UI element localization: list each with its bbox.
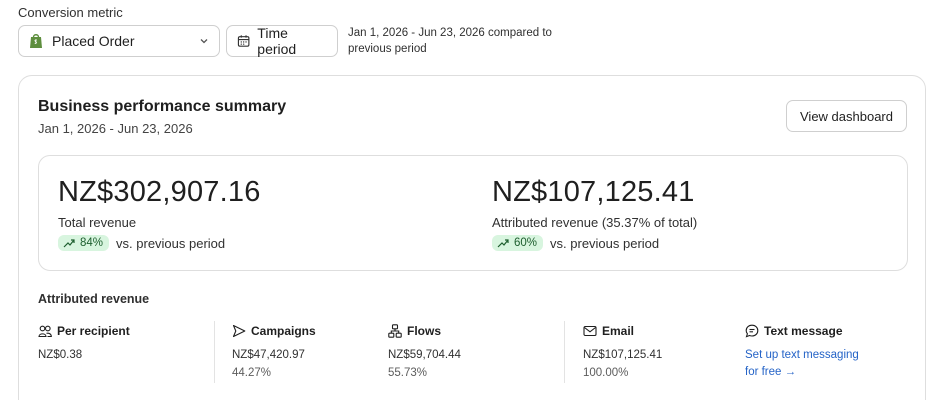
- column-value: NZ$59,704.44: [388, 349, 461, 361]
- time-period-button[interactable]: Time period: [226, 25, 338, 57]
- link-line-2: for free →: [745, 366, 797, 378]
- change-text: vs. previous period: [550, 235, 660, 251]
- column-label: Campaigns: [251, 324, 316, 338]
- time-period-label: Time period: [257, 25, 297, 57]
- column-value: NZ$107,125.41: [583, 349, 663, 361]
- calendar-icon: [237, 35, 250, 47]
- column-value: NZ$47,420.97: [232, 349, 305, 361]
- column-percent: 55.73%: [388, 367, 428, 379]
- email-column: Email NZ$107,125.41 100.00%: [583, 324, 723, 386]
- column-value: NZ$0.38: [38, 349, 83, 361]
- campaign-icon: [232, 324, 246, 338]
- trend-up-icon: [497, 239, 509, 248]
- link-line-1: Set up text messaging: [745, 349, 859, 361]
- change-percent: 60%: [514, 237, 538, 249]
- chevron-down-icon: [200, 39, 208, 44]
- business-performance-card: Business performance summary Jan 1, 2026…: [18, 75, 926, 400]
- attributed-revenue-title: Attributed revenue: [38, 292, 150, 306]
- column-percent: 44.27%: [232, 367, 272, 379]
- column-label: Per recipient: [57, 324, 130, 338]
- attributed-revenue-value: NZ$107,125.41: [492, 176, 695, 208]
- view-dashboard-button[interactable]: View dashboard: [786, 100, 907, 132]
- conversion-metric-select[interactable]: Placed Order: [18, 25, 220, 57]
- column-label: Flows: [407, 324, 442, 338]
- campaigns-column: Campaigns NZ$47,420.97 44.27%: [232, 324, 372, 386]
- total-revenue-stat: NZ$302,907.16 Total revenue 84% vs. prev…: [58, 176, 261, 251]
- attributed-revenue-caption: Attributed revenue (35.37% of total): [492, 215, 698, 230]
- change-percent: 84%: [80, 237, 104, 249]
- column-label: Email: [602, 324, 635, 338]
- change-text: vs. previous period: [116, 235, 226, 251]
- column-percent: 100.00%: [583, 367, 629, 379]
- total-revenue-trend: 84% vs. previous period: [58, 235, 261, 251]
- metric-select-value: Placed Order: [52, 33, 135, 49]
- total-revenue-value: NZ$302,907.16: [58, 176, 261, 208]
- column-divider: [214, 321, 215, 383]
- attributed-revenue-stat: NZ$107,125.41 Attributed revenue (35.37%…: [492, 176, 697, 251]
- total-revenue-caption: Total revenue: [58, 215, 137, 230]
- conversion-metric-label: Conversion metric: [18, 5, 123, 20]
- change-badge: 60%: [492, 235, 544, 251]
- recipients-icon: [38, 325, 52, 338]
- revenue-summary-box: NZ$302,907.16 Total revenue 84% vs. prev…: [38, 155, 908, 271]
- flows-icon: [388, 324, 402, 338]
- trend-up-icon: [63, 239, 75, 248]
- per-recipient-column: Per recipient NZ$0.38: [38, 324, 208, 386]
- shopify-bag-icon: [30, 34, 42, 48]
- period-comparison-note: Jan 1, 2026 - Jun 23, 2026 compared to p…: [348, 27, 552, 55]
- card-date-range: Jan 1, 2026 - Jun 23, 2026: [38, 121, 193, 136]
- card-title: Business performance summary: [38, 98, 287, 115]
- text-message-icon: [745, 324, 759, 338]
- setup-text-messaging-link[interactable]: Set up text messaging for free →: [745, 347, 905, 381]
- column-divider: [564, 321, 565, 383]
- column-label: Text message: [764, 324, 843, 338]
- attributed-revenue-trend: 60% vs. previous period: [492, 235, 697, 251]
- email-icon: [583, 325, 597, 337]
- flows-column: Flows NZ$59,704.44 55.73%: [388, 324, 548, 386]
- change-badge: 84%: [58, 235, 110, 251]
- text-message-column: Text message Set up text messaging for f…: [745, 324, 905, 386]
